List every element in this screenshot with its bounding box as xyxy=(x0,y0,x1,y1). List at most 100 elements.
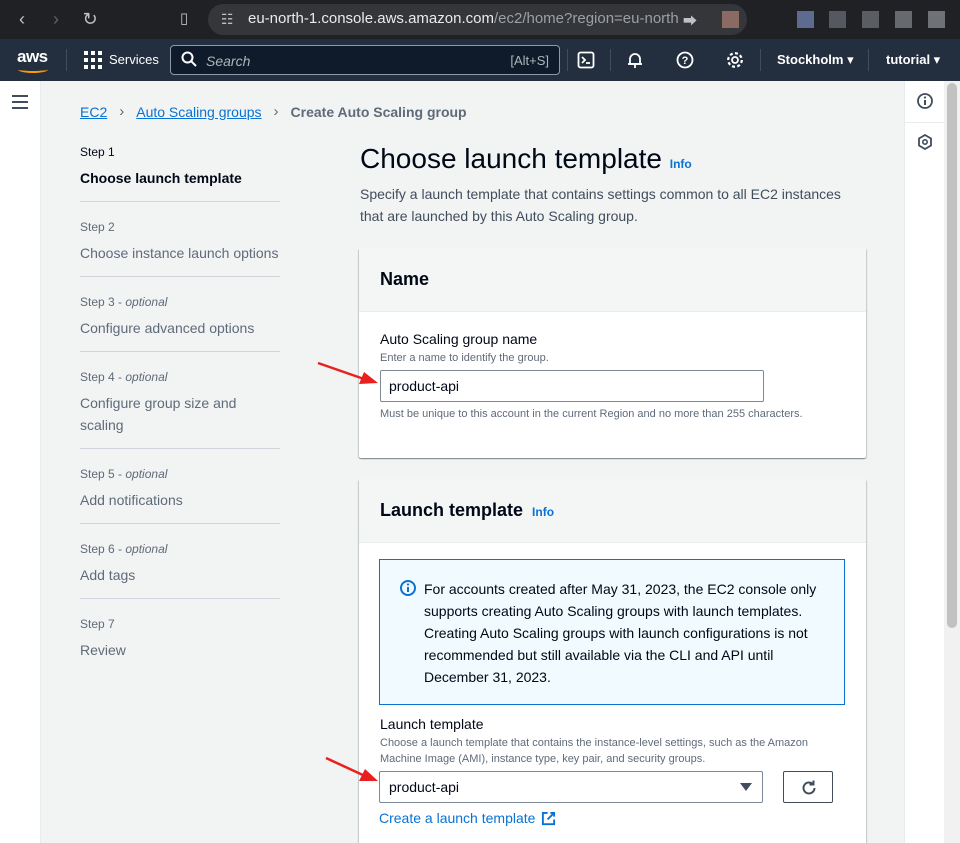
step-number-text: Step 3 xyxy=(80,295,115,309)
launch-template-description: Choose a launch template that contains t… xyxy=(380,737,809,765)
bookmark-icon[interactable]: ▯ xyxy=(174,9,194,29)
extension-icon-5[interactable] xyxy=(895,11,912,28)
step-title: Add tags xyxy=(80,567,136,583)
page-scrollbar[interactable] xyxy=(944,81,960,843)
page-description: Specify a launch template that contains … xyxy=(360,186,841,224)
step-number: Step 2 xyxy=(80,220,115,234)
create-launch-template-text: Create a launch template xyxy=(379,810,536,826)
extension-icon-3[interactable] xyxy=(829,11,846,28)
extension-icon-2[interactable] xyxy=(797,11,814,28)
scrollbar-thumb[interactable] xyxy=(947,83,957,628)
asg-name-constraint: Must be unique to this account in the cu… xyxy=(380,408,803,420)
caret-down-icon xyxy=(740,783,752,791)
search-input[interactable]: Search [Alt+S] xyxy=(170,45,560,75)
forward-icon[interactable]: › xyxy=(46,9,66,29)
cloudshell-icon[interactable] xyxy=(577,51,595,69)
info-link[interactable]: Info xyxy=(670,157,692,171)
wizard-step-6[interactable]: Step 6 - optional Add tags xyxy=(80,542,280,586)
url-host: eu-north-1.console.aws.amazon.com xyxy=(248,10,494,27)
extension-icon-4[interactable] xyxy=(862,11,879,28)
step-number: Step 6 - optional xyxy=(80,542,168,556)
url-text[interactable]: eu-north-1.console.aws.amazon.com/ec2/ho… xyxy=(248,10,678,27)
refresh-button[interactable] xyxy=(783,771,833,803)
launch-template-header: Launch template Info xyxy=(359,479,866,543)
region-name: Stockholm xyxy=(777,52,844,67)
asg-name-input[interactable] xyxy=(380,370,764,402)
launch-template-selected: product-api xyxy=(389,779,460,795)
left-rail xyxy=(0,81,41,843)
wizard-step-2[interactable]: Step 2 Choose instance launch options xyxy=(80,220,280,264)
wizard-step-3[interactable]: Step 3 - optional Configure advanced opt… xyxy=(80,295,280,339)
step-title: Review xyxy=(80,642,126,658)
wizard-step-7[interactable]: Step 7 Review xyxy=(80,617,280,661)
create-launch-template-link[interactable]: Create a launch template xyxy=(379,810,556,826)
rail-divider xyxy=(905,122,945,123)
name-container-title: Name xyxy=(380,269,430,289)
nav-divider xyxy=(66,49,67,71)
notifications-bell-icon[interactable] xyxy=(626,51,644,69)
step-optional: optional xyxy=(125,370,168,384)
tools-hexagon-icon[interactable] xyxy=(917,134,933,150)
launch-template-select[interactable]: product-api xyxy=(379,771,763,803)
wizard-step-1[interactable]: Step 1 Choose launch template xyxy=(80,145,280,189)
launch-template-label: Launch template xyxy=(380,716,484,732)
menu-icon[interactable] xyxy=(12,95,28,109)
search-placeholder: Search xyxy=(206,53,251,69)
breadcrumb-auto-scaling-groups[interactable]: Auto Scaling groups xyxy=(136,104,261,120)
asg-name-label: Auto Scaling group name xyxy=(380,331,538,347)
address-bar[interactable]: ☷ eu-north-1.console.aws.amazon.com/ec2/… xyxy=(208,4,747,35)
info-panel-icon[interactable] xyxy=(917,93,933,109)
external-link-icon xyxy=(542,811,556,825)
step-divider xyxy=(80,448,280,449)
extension-icon[interactable] xyxy=(722,11,739,28)
launch-template-container: Launch template Info For accounts create… xyxy=(359,479,866,843)
nav-divider xyxy=(610,49,611,71)
refresh-icon xyxy=(802,780,816,795)
step-optional: optional xyxy=(125,295,168,309)
step-divider xyxy=(80,523,280,524)
profile-avatar[interactable] xyxy=(928,11,945,28)
info-circle-icon xyxy=(400,580,416,596)
nav-divider xyxy=(760,49,761,71)
right-rail xyxy=(904,81,945,843)
step-title: Configure advanced options xyxy=(80,320,255,336)
back-icon[interactable]: ‹ xyxy=(12,9,32,29)
step-title: Configure group size and scaling xyxy=(80,395,237,433)
asg-name-description: Enter a name to identify the group. xyxy=(380,352,549,364)
step-number-text: Step 6 xyxy=(80,542,115,556)
annotation-arrow-icon xyxy=(317,361,378,384)
step-title: Add notifications xyxy=(80,492,183,508)
breadcrumb: EC2 › Auto Scaling groups › Create Auto … xyxy=(80,103,467,120)
wizard-step-4[interactable]: Step 4 - optional Configure group size a… xyxy=(80,370,280,436)
reload-icon[interactable]: ↻ xyxy=(80,9,100,29)
step-divider xyxy=(80,276,280,277)
search-shortcut: [Alt+S] xyxy=(510,53,549,68)
page-title: Choose launch template Info xyxy=(360,143,692,175)
step-optional: optional xyxy=(125,542,168,556)
aws-top-nav: aws Services Search [Alt+S] ? Stockholm … xyxy=(0,39,960,81)
breadcrumb-separator-icon: › xyxy=(273,103,279,120)
wizard-step-5[interactable]: Step 5 - optional Add notifications xyxy=(80,467,280,511)
name-container: Name Auto Scaling group name Enter a nam… xyxy=(359,248,866,458)
aws-logo[interactable]: aws xyxy=(17,47,48,67)
help-icon[interactable]: ? xyxy=(676,51,694,69)
site-info-icon[interactable]: ☷ xyxy=(221,11,234,28)
breadcrumb-separator-icon: › xyxy=(119,103,125,120)
breadcrumb-ec2[interactable]: EC2 xyxy=(80,104,107,120)
share-icon[interactable]: ⮕ xyxy=(683,11,697,31)
alert-message: For accounts created after May 31, 2023,… xyxy=(424,581,817,685)
launch-template-title: Launch template Info xyxy=(380,500,554,521)
step-divider xyxy=(80,598,280,599)
browser-toolbar: ‹ › ↻ ▯ ☷ eu-north-1.console.aws.amazon.… xyxy=(0,0,960,39)
account-menu[interactable]: tutorial ▾ xyxy=(886,52,940,68)
services-menu[interactable]: Services xyxy=(109,52,159,67)
launch-template-info-link[interactable]: Info xyxy=(532,505,554,519)
services-grid-icon[interactable] xyxy=(84,51,102,69)
settings-gear-icon[interactable] xyxy=(726,51,744,69)
name-container-header: Name xyxy=(359,248,866,312)
region-selector[interactable]: Stockholm ▾ xyxy=(777,52,854,68)
info-alert: For accounts created after May 31, 2023,… xyxy=(379,559,845,705)
step-divider xyxy=(80,351,280,352)
nav-divider xyxy=(868,49,869,71)
step-title: Choose instance launch options xyxy=(80,245,279,261)
